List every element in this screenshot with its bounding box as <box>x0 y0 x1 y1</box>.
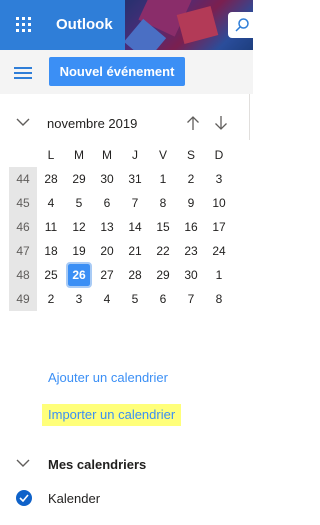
calendar-day[interactable]: 13 <box>93 215 121 239</box>
calendar-day[interactable]: 6 <box>93 191 121 215</box>
calendar-day[interactable]: 16 <box>177 215 205 239</box>
calendar-day[interactable]: 12 <box>65 215 93 239</box>
chevron-down-icon <box>16 459 30 467</box>
brand-bar: Outlook <box>0 0 125 50</box>
month-navigator: novembre 2019 <box>0 106 250 142</box>
calendar-day[interactable]: 17 <box>205 215 233 239</box>
calendar-day[interactable]: 29 <box>149 263 177 287</box>
calendar-day[interactable]: 7 <box>121 191 149 215</box>
next-month-arrow-icon[interactable] <box>214 115 228 131</box>
calendar-day[interactable]: 8 <box>205 287 233 311</box>
calendar-day[interactable]: 5 <box>121 287 149 311</box>
command-bar: Nouvel événement <box>0 50 253 94</box>
calendar-day[interactable]: 21 <box>121 239 149 263</box>
calendar-day-today[interactable]: 26 <box>65 262 93 288</box>
calendar-day[interactable]: 28 <box>37 167 65 191</box>
week-number: 46 <box>9 215 37 239</box>
calendar-day[interactable]: 23 <box>177 239 205 263</box>
calendar-day[interactable]: 29 <box>65 167 93 191</box>
calendar-week-row: 44 28 29 30 31 1 2 3 <box>9 167 233 191</box>
app-title[interactable]: Outlook <box>56 16 113 33</box>
calendar-day[interactable]: 20 <box>93 239 121 263</box>
hamburger-icon[interactable] <box>14 67 32 79</box>
weekday-header-row: L M M J V S D <box>9 143 233 167</box>
weekday-label: D <box>214 148 224 162</box>
weekday-label: M <box>102 148 112 162</box>
calendar-day[interactable]: 3 <box>205 167 233 191</box>
weekday-label: M <box>74 148 84 162</box>
weekday-label: S <box>186 148 195 162</box>
add-calendar-link[interactable]: Ajouter un calendrier <box>48 370 168 385</box>
my-calendars-title: Mes calendriers <box>48 457 147 472</box>
calendar-day[interactable]: 25 <box>37 263 65 287</box>
calendar-day[interactable]: 22 <box>149 239 177 263</box>
calendar-day[interactable]: 2 <box>37 287 65 311</box>
calendar-day[interactable]: 8 <box>149 191 177 215</box>
calendar-day[interactable]: 4 <box>93 287 121 311</box>
weekday-label: L <box>47 148 55 162</box>
chevron-down-icon[interactable] <box>15 116 31 128</box>
calendar-name: Kalender <box>48 491 101 506</box>
import-calendar-link[interactable]: Importer un calendrier <box>42 404 182 426</box>
week-number-header <box>9 143 37 167</box>
top-header: Outlook <box>0 0 258 50</box>
month-label[interactable]: novembre 2019 <box>47 116 137 131</box>
calendar-day[interactable]: 15 <box>149 215 177 239</box>
calendar-week-row: 45 4 5 6 7 8 9 10 <box>9 191 233 215</box>
checkmark-icon[interactable] <box>16 490 32 506</box>
calendar-day[interactable]: 7 <box>177 287 205 311</box>
week-number: 45 <box>9 191 37 215</box>
previous-month-arrow-icon[interactable] <box>186 115 200 131</box>
calendar-days: 44 28 29 30 31 1 2 3 45 4 5 6 7 8 9 10 46 11 12 13 14 15 16 17 4… <box>9 167 233 311</box>
week-number: 48 <box>9 263 37 287</box>
calendar-day[interactable]: 11 <box>37 215 65 239</box>
weekday-label: J <box>132 148 138 162</box>
weekday-label: V <box>158 148 167 162</box>
calendar-day[interactable]: 5 <box>65 191 93 215</box>
new-event-button[interactable]: Nouvel événement <box>49 57 185 86</box>
calendar-day[interactable]: 19 <box>65 239 93 263</box>
calendar-day[interactable]: 10 <box>205 191 233 215</box>
calendar-day[interactable]: 27 <box>93 263 121 287</box>
calendar-day[interactable]: 4 <box>37 191 65 215</box>
week-number: 44 <box>9 167 37 191</box>
calendar-day[interactable]: 6 <box>149 287 177 311</box>
search-icon <box>235 18 249 32</box>
calendar-week-row: 47 18 19 20 21 22 23 24 <box>9 239 233 263</box>
calendar-list-item[interactable]: Kalender <box>0 487 253 511</box>
calendar-week-row: 46 11 12 13 14 15 16 17 <box>9 215 233 239</box>
calendar-day[interactable]: 1 <box>149 167 177 191</box>
calendar-day[interactable]: 18 <box>37 239 65 263</box>
calendar-day[interactable]: 1 <box>205 263 233 287</box>
calendar-day[interactable]: 30 <box>93 167 121 191</box>
calendar-day[interactable]: 30 <box>177 263 205 287</box>
calendar-day[interactable]: 24 <box>205 239 233 263</box>
calendar-day[interactable]: 28 <box>121 263 149 287</box>
calendar-day[interactable]: 31 <box>121 167 149 191</box>
my-calendars-section[interactable]: Mes calendriers <box>0 453 253 477</box>
calendar-day[interactable]: 14 <box>121 215 149 239</box>
week-number: 49 <box>9 287 37 311</box>
calendar-week-row: 48 25 26 27 28 29 30 1 <box>9 262 233 288</box>
app-launcher-icon[interactable] <box>0 0 48 50</box>
mini-calendar: L M M J V S D 44 28 29 30 31 1 2 3 45 4 5 6 7 8 9 10 46 1… <box>9 143 233 311</box>
calendar-day[interactable]: 9 <box>177 191 205 215</box>
week-number: 47 <box>9 239 37 263</box>
calendar-day[interactable]: 3 <box>65 287 93 311</box>
search-button[interactable] <box>228 12 258 38</box>
calendar-day[interactable]: 2 <box>177 167 205 191</box>
calendar-week-row: 49 2 3 4 5 6 7 8 <box>9 287 233 311</box>
